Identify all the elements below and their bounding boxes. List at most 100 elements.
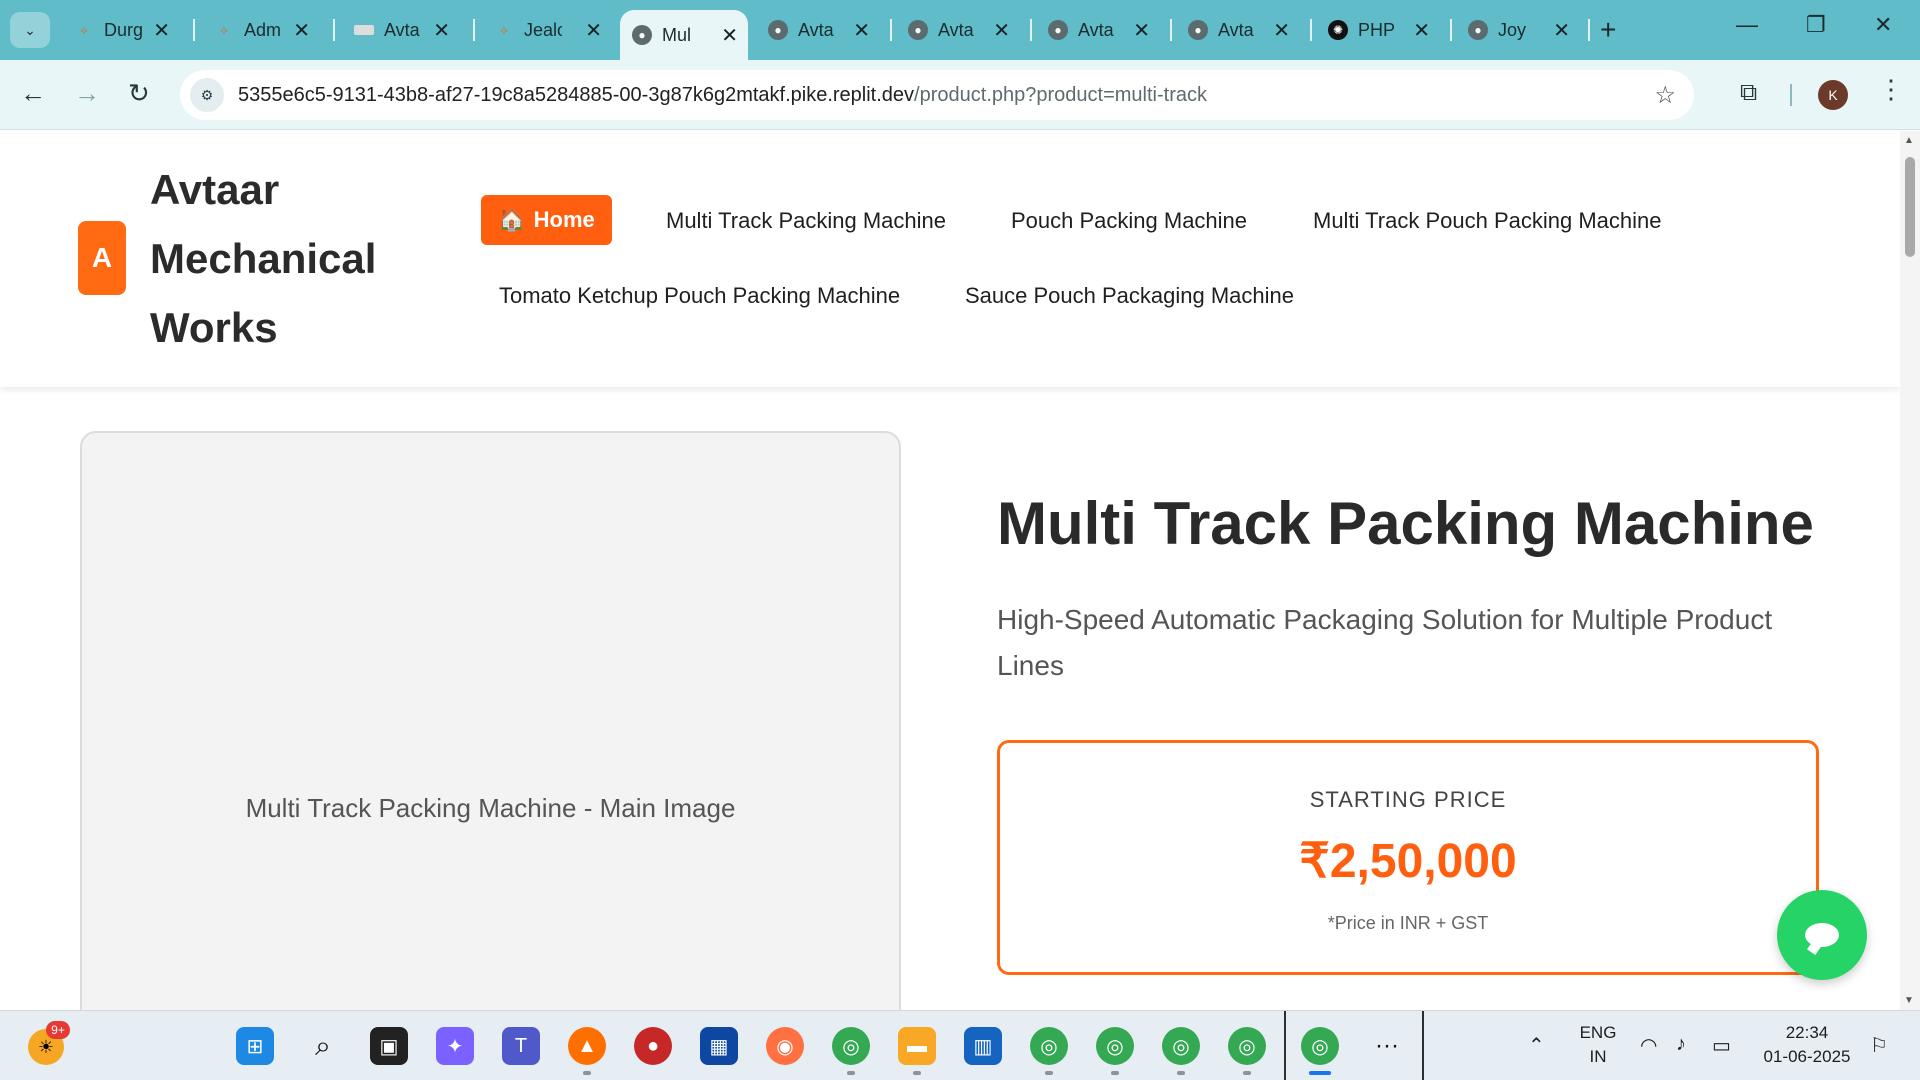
globe-icon: ●	[908, 20, 928, 40]
battery-icon[interactable]: ▭	[1712, 1033, 1731, 1058]
close-icon[interactable]: ✕	[1413, 18, 1430, 43]
tab-10[interactable]: ✺ PHP ✕	[1316, 10, 1440, 50]
tab-title: Avta	[384, 19, 420, 40]
close-icon[interactable]: ✕	[853, 18, 870, 43]
nav-link-pouch[interactable]: Pouch Packing Machine	[1011, 208, 1247, 234]
logo-mark[interactable]: A	[78, 221, 126, 295]
tab-title: Avta	[938, 19, 974, 40]
bookmark-star-icon[interactable]: ☆	[1654, 81, 1676, 110]
page-scrollbar[interactable]: ▲ ▼	[1900, 131, 1920, 1010]
url-text[interactable]: 5355e6c5-9131-43b8-af27-19c8a5284885-00-…	[238, 84, 1207, 107]
globe-icon: ●	[768, 20, 788, 40]
close-icon[interactable]: ✕	[1553, 18, 1570, 43]
volume-icon[interactable]: ♪	[1676, 1033, 1686, 1056]
chrome-active-icon[interactable]: ◎	[1301, 1027, 1339, 1065]
globe-icon: ●	[632, 25, 652, 45]
close-window-icon[interactable]: ✕	[1874, 12, 1892, 38]
site-header: A Avtaar Mechanical Works 🏠 Home Multi T…	[0, 131, 1900, 387]
tray-chevron-up-icon[interactable]: ⌃	[1528, 1033, 1545, 1058]
windows-taskbar: ☀ 9+ ⊞ ⌕ ▣ ✦ T ▲ ● ▦ ◉ ◎ ▬ ▥ ◎ ◎ ◎ ◎ ◎ ·…	[0, 1010, 1920, 1080]
close-icon[interactable]: ✕	[1273, 18, 1290, 43]
nav-link-multi-track[interactable]: Multi Track Packing Machine	[666, 208, 946, 234]
notification-bell-icon[interactable]: ⚐	[1870, 1033, 1888, 1058]
task-view-icon[interactable]: ▣	[370, 1027, 408, 1065]
teams-icon[interactable]: T	[502, 1027, 540, 1065]
tab-search-dropdown[interactable]: ⌄	[10, 12, 50, 48]
home-icon: 🏠	[498, 207, 526, 232]
chrome-profile-s-icon[interactable]: ◎	[832, 1027, 870, 1065]
chrome-profile-3-icon[interactable]: ◎	[1096, 1027, 1134, 1065]
tab-9[interactable]: ● Avta ✕	[1176, 10, 1300, 50]
chrome-profile-4-icon[interactable]: ◎	[1162, 1027, 1200, 1065]
page-viewport: A Avtaar Mechanical Works 🏠 Home Multi T…	[0, 131, 1920, 1010]
tab-7[interactable]: ● Avta ✕	[896, 10, 1020, 50]
close-icon[interactable]: ✕	[433, 18, 450, 43]
product-title: Multi Track Packing Machine	[997, 490, 1814, 557]
back-arrow-icon[interactable]: ←	[20, 78, 46, 109]
nav-link-tomato-ketchup[interactable]: Tomato Ketchup Pouch Packing Machine	[499, 283, 900, 309]
new-tab-button[interactable]: +	[1600, 14, 1616, 46]
tab-5-active[interactable]: ● Mul ✕	[620, 10, 748, 60]
profile-avatar[interactable]: K	[1818, 80, 1848, 110]
firefox-icon[interactable]: ◉	[766, 1027, 804, 1065]
tab-6[interactable]: ● Avta ✕	[756, 10, 880, 50]
nav-link-multi-track-pouch[interactable]: Multi Track Pouch Packing Machine	[1313, 208, 1662, 234]
tab-title: Durg	[104, 19, 142, 40]
clock-date[interactable]: 01-06-2025	[1752, 1047, 1862, 1067]
globe-icon: ●	[1048, 20, 1068, 40]
forward-arrow-icon[interactable]: →	[74, 78, 100, 109]
close-icon[interactable]: ✕	[153, 18, 170, 43]
tab-11[interactable]: ● Joy ✕	[1456, 10, 1580, 50]
browser-toolbar: ← → ↻ ⚙ 5355e6c5-9131-43b8-af27-19c8a528…	[0, 60, 1920, 130]
chat-bubble-icon	[1805, 923, 1839, 947]
product-image-placeholder: Multi Track Packing Machine - Main Image	[80, 431, 901, 1010]
extensions-icon[interactable]: ⧉	[1740, 79, 1757, 107]
language-indicator[interactable]: ENG	[1578, 1023, 1618, 1043]
page-icon	[354, 25, 374, 35]
tab-title: Mul	[662, 24, 692, 45]
close-icon[interactable]: ✕	[721, 23, 738, 48]
chrome-profile-2-icon[interactable]: ◎	[1030, 1027, 1068, 1065]
wifi-icon[interactable]: ◠	[1640, 1033, 1657, 1058]
browser-tab-bar: ⌄ ⟡ Durg ✕ ⟡ Adm ✕ Avta ✕ ⟡ Jealo ✕ ● Mu…	[0, 0, 1920, 60]
product-subtitle: High-Speed Automatic Packaging Solution …	[997, 604, 1773, 681]
site-info-icon[interactable]: ⚙	[190, 78, 224, 112]
record-icon[interactable]: ●	[634, 1027, 672, 1065]
chrome-profile-5-icon[interactable]: ◎	[1228, 1027, 1266, 1065]
tab-title: Avta	[798, 19, 834, 40]
tab-2[interactable]: ⟡ Adm ✕	[202, 10, 320, 50]
tab-title: PHP	[1358, 19, 1396, 40]
store-icon[interactable]: ▦	[700, 1027, 738, 1065]
close-icon[interactable]: ✕	[1133, 18, 1150, 43]
globe-icon: ●	[1188, 20, 1208, 40]
app-icon-orange[interactable]: ▲	[568, 1027, 606, 1065]
close-icon[interactable]: ✕	[585, 18, 602, 43]
scroll-up-icon[interactable]: ▲	[1904, 135, 1914, 146]
copilot-icon[interactable]: ✦	[436, 1027, 474, 1065]
start-windows-icon[interactable]: ⊞	[236, 1027, 274, 1065]
tab-1[interactable]: ⟡ Durg ✕	[62, 10, 180, 50]
nav-link-sauce-pouch[interactable]: Sauce Pouch Packaging Machine	[965, 283, 1294, 309]
building-app-icon[interactable]: ▥	[964, 1027, 1002, 1065]
price-card: STARTING PRICE ₹2,50,000 *Price in INR +…	[997, 740, 1819, 975]
minimize-icon[interactable]: —	[1736, 12, 1758, 38]
tab-8[interactable]: ● Avta ✕	[1036, 10, 1160, 50]
more-apps-icon[interactable]: ···	[1368, 1027, 1406, 1065]
nav-home-button[interactable]: 🏠 Home	[481, 195, 612, 245]
close-icon[interactable]: ✕	[293, 18, 310, 43]
chat-button[interactable]	[1777, 890, 1867, 980]
close-icon[interactable]: ✕	[993, 18, 1010, 43]
browser-menu-icon[interactable]: ⋮	[1878, 74, 1904, 105]
tab-3[interactable]: Avta ✕	[342, 10, 460, 50]
scroll-down-icon[interactable]: ▼	[1904, 995, 1914, 1006]
brand-name[interactable]: Avtaar Mechanical Works	[150, 155, 410, 362]
region-indicator[interactable]: IN	[1578, 1047, 1618, 1067]
tab-4[interactable]: ⟡ Jealo ✕	[482, 10, 612, 50]
file-explorer-icon[interactable]: ▬	[898, 1027, 936, 1065]
reload-icon[interactable]: ↻	[128, 78, 150, 109]
scrollbar-thumb[interactable]	[1905, 157, 1915, 257]
address-bar[interactable]: ⚙ 5355e6c5-9131-43b8-af27-19c8a5284885-0…	[180, 70, 1694, 120]
search-icon[interactable]: ⌕	[304, 1027, 342, 1065]
clock-time[interactable]: 22:34	[1752, 1023, 1862, 1043]
restore-icon[interactable]: ❐	[1806, 12, 1826, 38]
